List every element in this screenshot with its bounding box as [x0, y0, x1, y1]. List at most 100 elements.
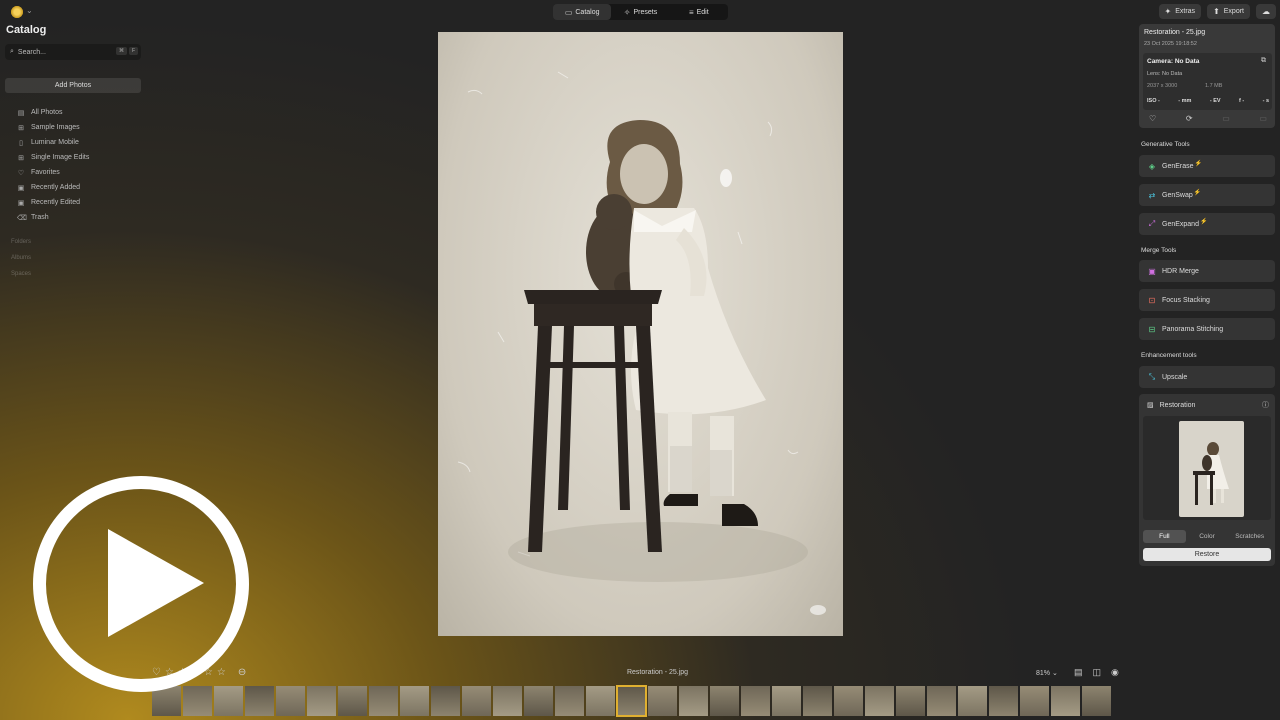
compare-view-icon[interactable]: ◫	[1093, 667, 1102, 678]
tab-full[interactable]: Full	[1143, 530, 1186, 543]
compare-icon[interactable]: ▭	[1222, 114, 1230, 123]
filmstrip-thumbnail[interactable]	[710, 686, 739, 716]
cloud-button[interactable]: ☁	[1256, 4, 1276, 19]
filmstrip-thumbnail[interactable]	[927, 686, 956, 716]
upscale-button[interactable]: ⤡ Upscale	[1139, 366, 1275, 388]
filmstrip-thumbnail[interactable]	[214, 686, 243, 716]
focus-stacking-button[interactable]: ⊡ Focus Stacking	[1139, 289, 1275, 311]
image-filesize: 1.7 MB	[1205, 83, 1223, 89]
section-albums[interactable]: Albums	[11, 255, 31, 261]
star-icon[interactable]: ☆	[217, 667, 226, 678]
preview-eye-icon[interactable]: ◉	[1111, 667, 1119, 678]
add-photos-button[interactable]: Add Photos	[5, 78, 141, 93]
section-folders[interactable]: Folders	[11, 239, 31, 245]
filmstrip-thumbnail[interactable]	[834, 686, 863, 716]
sidebar-item-single-image-edits[interactable]: ⊞ Single Image Edits	[17, 150, 89, 165]
tab-catalog[interactable]: ▭ Catalog	[553, 4, 612, 20]
sidebar-item-favorites[interactable]: ♡ Favorites	[17, 165, 89, 180]
camera-details-icon[interactable]: ⧉	[1261, 57, 1266, 65]
duplicate-icon[interactable]: ▭	[1259, 114, 1267, 123]
filmstrip-thumbnail[interactable]	[307, 686, 336, 716]
favorite-heart-icon[interactable]: ♡	[1149, 114, 1156, 123]
cloud-icon: ☁	[1262, 7, 1270, 16]
genswap-button[interactable]: ⇄ GenSwap ⚡	[1139, 184, 1275, 206]
sidebar-item-luminar-mobile[interactable]: ▯ Luminar Mobile	[17, 135, 89, 150]
sidebar-item-all-photos[interactable]: ▤ All Photos	[17, 105, 89, 120]
presets-icon: ✧	[623, 7, 631, 17]
filmstrip-thumbnail[interactable]	[586, 686, 615, 716]
catalog-nav: ▤ All Photos ⊞ Sample Images ▯ Luminar M…	[17, 105, 89, 225]
filmstrip-thumbnail[interactable]	[896, 686, 925, 716]
filmstrip-thumbnail[interactable]	[245, 686, 274, 716]
filmstrip-thumbnail[interactable]	[369, 686, 398, 716]
folder-icon: ▭	[564, 7, 573, 17]
bolt-icon: ⚡	[1194, 160, 1203, 167]
filmstrip-thumbnail[interactable]	[679, 686, 708, 716]
chevron-down-icon[interactable]: ⌄	[26, 6, 33, 15]
app-logo-icon[interactable]	[10, 5, 24, 19]
restoration-header[interactable]: ▨ Restoration	[1147, 401, 1195, 410]
exif-aperture: f -	[1238, 98, 1245, 104]
genswap-icon: ⇄	[1148, 190, 1156, 200]
main-photo[interactable]	[438, 32, 843, 636]
restoration-preview	[1143, 416, 1271, 520]
sidebar-item-trash[interactable]: ⌫ Trash	[17, 210, 89, 225]
tab-color[interactable]: Color	[1186, 530, 1229, 543]
panorama-stitching-button[interactable]: ⊟ Panorama Stitching	[1139, 318, 1275, 340]
camera-label: Camera: No Data	[1147, 58, 1200, 65]
reject-icon[interactable]: ⊖	[238, 667, 246, 678]
sidebar-item-recently-edited[interactable]: ▣ Recently Edited	[17, 195, 89, 210]
filmstrip-thumbnail[interactable]	[865, 686, 894, 716]
filmstrip-thumbnail[interactable]	[616, 685, 647, 717]
generase-button[interactable]: ◈ GenErase ⚡	[1139, 155, 1275, 177]
mobile-icon: ▯	[19, 139, 23, 147]
filmstrip-thumbnail[interactable]	[958, 686, 987, 716]
filmstrip-thumbnail[interactable]	[338, 686, 367, 716]
filmstrip-thumbnail[interactable]	[741, 686, 770, 716]
generative-tools-heading: Generative Tools	[1141, 141, 1190, 148]
info-icon[interactable]: ⓘ	[1262, 400, 1269, 410]
filmstrip-thumbnail[interactable]	[462, 686, 491, 716]
genexpand-button[interactable]: ⤢ GenExpand ⚡	[1139, 213, 1275, 235]
merge-tools-heading: Merge Tools	[1141, 247, 1177, 254]
tab-edit[interactable]: ≡ Edit	[670, 4, 728, 20]
tab-presets[interactable]: ✧ Presets	[611, 4, 669, 20]
export-button[interactable]: ⬆ Export	[1207, 4, 1250, 19]
filmstrip-thumbnail[interactable]	[555, 686, 584, 716]
filmstrip-thumbnail[interactable]	[989, 686, 1018, 716]
filmstrip-thumbnail[interactable]	[493, 686, 522, 716]
zoom-level[interactable]: 81% ⌄	[1036, 669, 1058, 677]
filmstrip-toggle-icon[interactable]: ▤	[1074, 667, 1083, 678]
restore-button[interactable]: Restore	[1143, 548, 1271, 561]
exif-iso: ISO -	[1147, 98, 1160, 104]
restoration-panel: ▨ Restoration ⓘ Full Color Scratches Res…	[1139, 394, 1275, 566]
search-shortcut: ⌘ F	[115, 47, 138, 55]
filmstrip-thumbnail[interactable]	[648, 686, 677, 716]
filmstrip-thumbnail[interactable]	[1082, 686, 1111, 716]
bolt-icon: ⚡	[1193, 189, 1202, 196]
hdr-merge-button[interactable]: ▣ HDR Merge	[1139, 260, 1275, 282]
filmstrip-thumbnail[interactable]	[524, 686, 553, 716]
tab-scratches[interactable]: Scratches	[1228, 530, 1271, 543]
focus-stacking-icon: ⊡	[1148, 295, 1156, 305]
filmstrip-thumbnail[interactable]	[1020, 686, 1049, 716]
filmstrip-thumbnail[interactable]	[431, 686, 460, 716]
search-input[interactable]: ⌕ Search... ⌘ F	[5, 44, 141, 60]
image-title: Restoration - 25.jpg	[1144, 29, 1206, 36]
recently-added-icon: ▣	[17, 184, 25, 192]
genexpand-icon: ⤢	[1148, 219, 1156, 228]
filmstrip-thumbnail[interactable]	[183, 686, 212, 716]
section-spaces[interactable]: Spaces	[11, 271, 31, 277]
image-dimensions: 2037 x 3000	[1147, 83, 1178, 89]
filmstrip-thumbnail[interactable]	[803, 686, 832, 716]
recently-edited-icon: ▣	[17, 199, 25, 207]
sidebar-item-recently-added[interactable]: ▣ Recently Added	[17, 180, 89, 195]
extras-button[interactable]: ✦ Extras	[1158, 4, 1202, 19]
rotate-icon[interactable]: ⟳	[1186, 114, 1193, 123]
filmstrip-thumbnail[interactable]	[276, 686, 305, 716]
filmstrip-thumbnail[interactable]	[772, 686, 801, 716]
sidebar-item-sample-images[interactable]: ⊞ Sample Images	[17, 120, 89, 135]
top-bar: ⌄ ▭ Catalog ✧ Presets ≡ Edit ✦ Extras ⬆ …	[0, 0, 1280, 24]
filmstrip-thumbnail[interactable]	[1051, 686, 1080, 716]
filmstrip-thumbnail[interactable]	[400, 686, 429, 716]
